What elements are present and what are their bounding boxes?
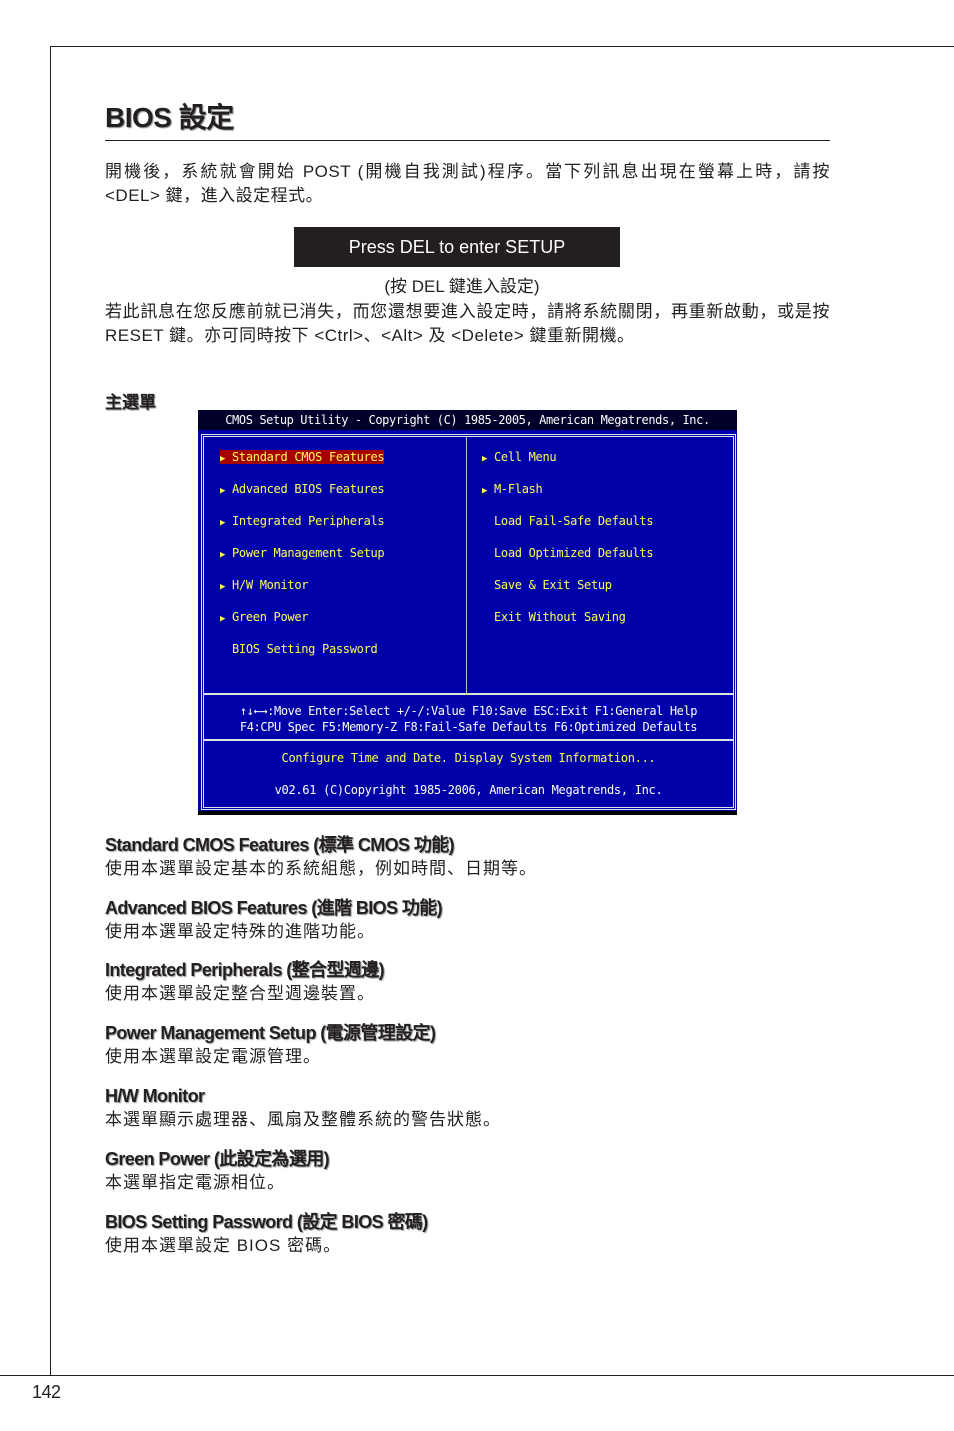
section-heading: H/W Monitor — [105, 1086, 205, 1106]
bios-menu-item-text: Save & Exit Setup — [494, 578, 612, 592]
bios-menu-item-label: ▶ M-Flash — [482, 482, 543, 496]
bios-menu-item-text: M-Flash — [494, 482, 543, 496]
page-frame-bottom-rule — [0, 1375, 954, 1376]
bios-menu-item-label: ▶ Cell Menu — [482, 450, 557, 464]
bios-menu-item[interactable]: ▶ Power Management Setup — [220, 545, 385, 561]
section-body: 使用本選單設定電源管理。 — [105, 1047, 321, 1066]
submenu-arrow-icon: ▶ — [220, 518, 226, 528]
bios-menu-item-label: Exit Without Saving — [482, 610, 626, 624]
menu-description-section: H/W Monitor 本選單顯示處理器、風扇及整體系統的警告狀態。 — [105, 1084, 830, 1132]
submenu-arrow-icon: ▶ — [482, 486, 488, 496]
bios-menu-item[interactable]: BIOS Setting Password — [220, 641, 378, 657]
bios-menu-item[interactable]: Exit Without Saving — [482, 609, 626, 625]
section-body: 本選單指定電源相位。 — [105, 1173, 285, 1192]
submenu-arrow-icon: ▶ — [220, 486, 226, 496]
bios-menu-item-label: BIOS Setting Password — [220, 642, 378, 656]
submenu-arrow-icon: ▶ — [482, 454, 488, 464]
press-del-message: Press DEL to enter SETUP — [348, 236, 566, 257]
page-frame-left-rule — [50, 46, 51, 1376]
bios-menu-item-text: Standard CMOS Features — [232, 450, 385, 464]
section-heading: Power Management Setup (電源管理設定) — [105, 1023, 436, 1043]
page-title: BIOS 設定 — [105, 102, 234, 133]
menu-description-section: Standard CMOS Features (標準 CMOS 功能) 使用本選單… — [105, 833, 830, 881]
menu-description-section: Integrated Peripherals (整合型週邊) 使用本選單設定整合型… — [105, 958, 830, 1006]
menu-description-section: Advanced BIOS Features (進階 BIOS 功能) 使用本選單… — [105, 896, 830, 944]
bios-menu-item[interactable]: Load Fail-Safe Defaults — [482, 513, 654, 529]
bios-version-line: v02.61 (C)Copyright 1985-2006, American … — [274, 783, 663, 797]
submenu-arrow-icon: ▶ — [220, 582, 226, 592]
bios-menu-item-label: ▶ Standard CMOS Features — [220, 450, 385, 464]
bios-menu-item-label: Load Fail-Safe Defaults — [482, 514, 654, 528]
bios-menu-item-label: ▶ H/W Monitor — [220, 578, 308, 592]
section-heading: Standard CMOS Features (標準 CMOS 功能) — [105, 835, 455, 855]
bios-menu-item[interactable]: Load Optimized Defaults — [482, 545, 654, 561]
bios-menu-item-text: Load Optimized Defaults — [494, 546, 654, 560]
bios-menu-item-label: ▶ Power Management Setup — [220, 546, 385, 560]
bios-menu-item-label: ▶ Integrated Peripherals — [220, 514, 385, 528]
menu-description-section: Green Power (此設定為選用) 本選單指定電源相位。 — [105, 1147, 830, 1195]
bios-menu-item[interactable]: ▶ Cell Menu — [482, 449, 557, 465]
bios-menu-frame: ▶ Standard CMOS Features ▶ Advanced BIOS Fe… — [201, 434, 736, 810]
bios-title-bar: CMOS Setup Utility - Copyright (C) 1985-… — [198, 410, 737, 430]
bios-menu-item-text: Exit Without Saving — [494, 610, 626, 624]
bios-menu-item-label: ▶ Advanced BIOS Features — [220, 482, 385, 496]
bios-column-divider — [466, 437, 467, 693]
bios-setup-screen: CMOS Setup Utility - Copyright (C) 1985-… — [198, 410, 737, 815]
section-body: 使用本選單設定基本的系統組態，例如時間、日期等。 — [105, 859, 537, 878]
section-body: 使用本選單設定 BIOS 密碼。 — [105, 1236, 342, 1255]
bios-menu-item-label: ▶ Green Power — [220, 610, 308, 624]
bios-menu-item[interactable]: ▶ M-Flash — [482, 481, 543, 497]
bios-menu-item[interactable]: ▶ Green Power — [220, 609, 308, 625]
press-del-caption: (按 DEL 鍵進入設定) — [384, 277, 540, 296]
bios-menu-item-text: Green Power — [232, 610, 309, 624]
section-heading: Green Power (此設定為選用) — [105, 1149, 330, 1169]
bios-help-divider — [204, 693, 733, 695]
bios-help-line-2: F4:CPU Spec F5:Memory-Z F8:Fail-Safe Def… — [239, 720, 698, 734]
bios-menu-item-text: H/W Monitor — [232, 578, 309, 592]
bios-menu-item-label: Save & Exit Setup — [482, 578, 612, 592]
page-number: 142 — [32, 1382, 61, 1402]
bios-menu-item[interactable]: ▶ Advanced BIOS Features — [220, 481, 385, 497]
title-divider — [105, 140, 830, 141]
section-heading: Advanced BIOS Features (進階 BIOS 功能) — [105, 898, 443, 918]
section-body: 使用本選單設定整合型週邊裝置。 — [105, 984, 375, 1003]
menu-description-section: Power Management Setup (電源管理設定) 使用本選單設定電源… — [105, 1021, 830, 1069]
bios-menu-item-text: Load Fail-Safe Defaults — [494, 514, 654, 528]
bios-menu-item-text: Cell Menu — [494, 450, 557, 464]
intro-paragraph: 開機後，系統就會開始 POST (開機自我測試)程序。當下列訊息出現在螢幕上時，… — [105, 162, 830, 205]
submenu-arrow-icon: ▶ — [220, 614, 226, 624]
bios-menu-item-label: Load Optimized Defaults — [482, 546, 654, 560]
press-del-caption-wrap: (按 DEL 鍵進入設定) — [0, 272, 954, 297]
page-frame-top-rule — [50, 46, 954, 47]
bios-menu-item-text: BIOS Setting Password — [232, 642, 378, 656]
bios-menu-item[interactable]: ▶ H/W Monitor — [220, 577, 308, 593]
section-heading: Integrated Peripherals (整合型週邊) — [105, 960, 385, 980]
bios-description-divider — [204, 739, 733, 741]
submenu-arrow-icon: ▶ — [220, 454, 226, 464]
submenu-arrow-icon: ▶ — [220, 550, 226, 560]
menu-description-section: BIOS Setting Password (設定 BIOS 密碼) 使用本選單設… — [105, 1210, 830, 1258]
press-del-message-box: Press DEL to enter SETUP — [294, 227, 620, 267]
bios-menu-item[interactable]: Save & Exit Setup — [482, 577, 612, 593]
bios-menu-item-text: Advanced BIOS Features — [232, 482, 385, 496]
bios-bottom-strip — [198, 811, 737, 815]
bios-menu-item[interactable]: ▶ Integrated Peripherals — [220, 513, 385, 529]
bios-menu-item-text: Integrated Peripherals — [232, 514, 385, 528]
bios-menu-item-text: Power Management Setup — [232, 546, 385, 560]
reboot-paragraph: 若此訊息在您反應前就已消失，而您還想要進入設定時，請將系統關閉，再重新啟動，或是… — [105, 302, 830, 345]
bios-menu-item[interactable]: ▶ Standard CMOS Features — [220, 449, 385, 465]
section-heading: BIOS Setting Password (設定 BIOS 密碼) — [105, 1212, 428, 1232]
section-body: 使用本選單設定特殊的進階功能。 — [105, 922, 375, 941]
bios-help-line-1: ↑↓←→:Move Enter:Select +/-/:Value F10:Sa… — [239, 704, 698, 718]
main-menu-heading: 主選單 — [105, 393, 156, 412]
bios-item-description: Configure Time and Date. Display System … — [281, 751, 656, 765]
section-body: 本選單顯示處理器、風扇及整體系統的警告狀態。 — [105, 1110, 501, 1129]
